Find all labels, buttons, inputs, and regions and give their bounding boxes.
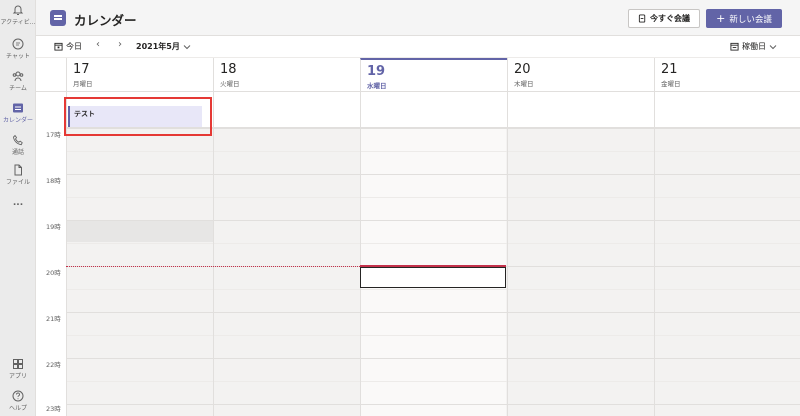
prev-week-button[interactable]: ‹ bbox=[96, 39, 100, 50]
hour-line bbox=[66, 220, 800, 221]
bell-icon bbox=[12, 5, 24, 15]
month-label: 2021年5月 bbox=[136, 42, 180, 51]
current-time-line bbox=[66, 266, 360, 267]
view-label: 稼働日 bbox=[742, 42, 766, 51]
weekday-label: 火曜日 bbox=[220, 80, 240, 88]
column-divider bbox=[66, 92, 67, 416]
column-divider bbox=[654, 92, 655, 416]
hour-line bbox=[66, 312, 800, 313]
month-picker[interactable]: 2021年5月 bbox=[136, 41, 191, 52]
chevron-down-icon bbox=[183, 44, 191, 49]
view-switcher[interactable]: 稼働日 bbox=[730, 41, 777, 52]
day-header-20[interactable]: 20 木曜日 bbox=[507, 58, 654, 92]
rail-item-label: チャット bbox=[6, 53, 30, 60]
time-label: 19時 bbox=[46, 223, 61, 231]
day-header-row: 17 月曜日 18 火曜日 19 水曜日 20 木曜日 21 金曜日 bbox=[36, 58, 800, 92]
half-hour-line bbox=[66, 243, 800, 244]
busy-block bbox=[67, 220, 213, 242]
weekday-label: 金曜日 bbox=[661, 80, 681, 88]
day-header-17[interactable]: 17 月曜日 bbox=[66, 58, 213, 92]
calendar-today-icon bbox=[54, 42, 63, 51]
page-title: カレンダー bbox=[74, 13, 137, 28]
day-number: 19 bbox=[367, 64, 386, 79]
rail-item-calendar[interactable]: カレンダー bbox=[0, 102, 36, 124]
chevron-left-icon: ‹ bbox=[96, 39, 100, 50]
time-label: 21時 bbox=[46, 315, 61, 323]
column-divider bbox=[507, 92, 508, 416]
rail-item-apps[interactable]: アプリ bbox=[0, 358, 36, 380]
apps-icon bbox=[13, 359, 23, 369]
rail-item-label: ヘルプ bbox=[8, 405, 27, 412]
day-number: 20 bbox=[514, 62, 531, 77]
day-number: 18 bbox=[220, 62, 237, 77]
time-label: 20時 bbox=[46, 269, 61, 277]
chevron-down-icon bbox=[769, 44, 777, 49]
plus-icon: + bbox=[716, 12, 726, 25]
column-divider bbox=[213, 92, 214, 416]
day-header-18[interactable]: 18 火曜日 bbox=[213, 58, 360, 92]
more-icon[interactable]: ... bbox=[0, 198, 36, 208]
file-icon bbox=[14, 164, 22, 176]
time-label: 22時 bbox=[46, 361, 61, 369]
column-divider bbox=[360, 92, 361, 416]
help-icon bbox=[12, 390, 24, 402]
annotation-highlight-box bbox=[64, 97, 212, 136]
rail-item-label: アプリ bbox=[8, 373, 27, 380]
rail-item-label: チーム bbox=[9, 85, 27, 92]
chevron-right-icon: › bbox=[118, 39, 122, 50]
selected-time-slot[interactable] bbox=[360, 267, 506, 288]
rail-item-activity[interactable]: アクティビ... bbox=[0, 4, 36, 26]
meet-now-label: 今すぐ会議 bbox=[650, 14, 690, 23]
weekday-label: 月曜日 bbox=[73, 80, 93, 88]
meet-now-button[interactable]: 今すぐ会議 bbox=[628, 9, 700, 28]
half-hour-line bbox=[66, 381, 800, 382]
rail-item-files[interactable]: ファイル bbox=[0, 164, 36, 186]
rail-item-label: ファイル bbox=[5, 179, 30, 186]
chat-icon bbox=[12, 38, 24, 50]
new-meeting-button[interactable]: + 新しい会議 bbox=[706, 9, 782, 28]
calendar-icon bbox=[13, 103, 23, 113]
time-label: 17時 bbox=[46, 131, 61, 139]
half-hour-line bbox=[66, 289, 800, 290]
time-label: 23時 bbox=[46, 405, 61, 413]
teams-icon bbox=[12, 71, 24, 82]
rail-item-help[interactable]: ヘルプ bbox=[0, 390, 36, 412]
calendar-toolbar: 今日 ‹ › 2021年5月 稼働日 bbox=[36, 36, 800, 58]
day-number: 17 bbox=[73, 62, 90, 77]
half-hour-line bbox=[66, 197, 800, 198]
new-meeting-label: 新しい会議 bbox=[729, 14, 772, 25]
calendar-app-icon bbox=[50, 10, 66, 26]
day-header-19-today[interactable]: 19 水曜日 bbox=[360, 58, 507, 92]
rail-item-chat[interactable]: チャット bbox=[0, 38, 36, 60]
hour-line bbox=[66, 404, 800, 405]
rail-item-label: カレンダー bbox=[2, 117, 33, 124]
calendar-view-icon bbox=[730, 42, 739, 51]
hour-line bbox=[66, 358, 800, 359]
today-label: 今日 bbox=[66, 42, 82, 51]
time-label: 18時 bbox=[46, 177, 61, 185]
next-week-button[interactable]: › bbox=[118, 39, 122, 50]
hour-line bbox=[66, 174, 800, 175]
camera-icon bbox=[638, 14, 646, 23]
today-button[interactable]: 今日 bbox=[54, 41, 82, 52]
phone-icon bbox=[13, 134, 23, 146]
half-hour-line bbox=[66, 335, 800, 336]
rail-item-label: 通話 bbox=[11, 149, 24, 156]
day-header-21[interactable]: 21 金曜日 bbox=[654, 58, 800, 92]
day-number: 21 bbox=[661, 62, 678, 77]
calendar-grid[interactable]: 17時 18時 19時 20時 21時 22時 23時 テスト bbox=[36, 92, 800, 416]
weekday-label: 水曜日 bbox=[367, 82, 387, 90]
rail-item-teams[interactable]: チーム bbox=[0, 70, 36, 92]
rail-item-label: アクティビ... bbox=[0, 19, 36, 26]
app-rail: アクティビ... チャット チーム カレンダー 通話 ファイル ... アプリ … bbox=[0, 0, 36, 416]
rail-item-calls[interactable]: 通話 bbox=[0, 134, 36, 156]
half-hour-line bbox=[66, 151, 800, 152]
weekday-label: 木曜日 bbox=[514, 80, 534, 88]
calendar-header: カレンダー 今すぐ会議 + 新しい会議 bbox=[36, 0, 800, 36]
